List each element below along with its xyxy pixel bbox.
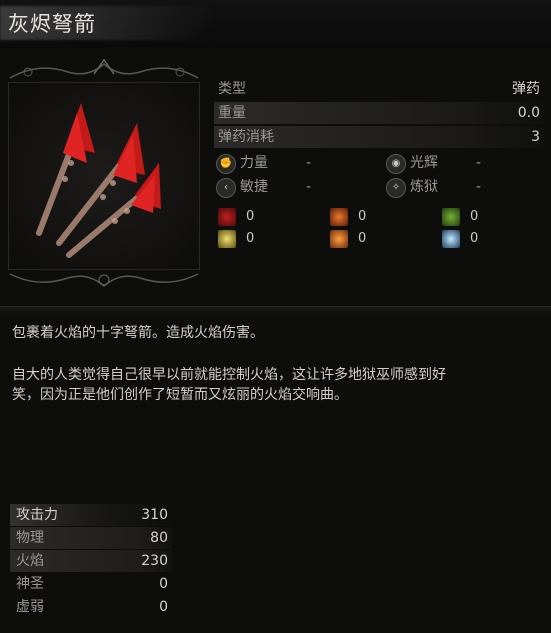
scaling-label: 力量 <box>240 155 268 171</box>
description-line: 自大的人类觉得自己很早以前就能控制火焰，这让许多地狱巫师感到好 <box>12 367 446 383</box>
attack-power-header: 攻击力 310 <box>10 504 172 526</box>
defense-value: 0 <box>358 209 367 224</box>
stat-value: 0.0 <box>517 105 540 121</box>
scaling-label: 敏捷 <box>240 179 268 195</box>
scaling-grade: - <box>476 179 482 195</box>
inferno-icon: ✧ <box>386 178 406 198</box>
defense-value: 0 <box>246 209 255 224</box>
description-line: 笑，因为正是他们创作了短暂而又炫丽的火焰交响曲。 <box>12 387 348 403</box>
item-name: 灰烬弩箭 <box>8 12 96 36</box>
bleed-icon <box>218 208 236 226</box>
attack-value: 0 <box>159 599 168 615</box>
fire-icon <box>330 208 348 226</box>
holy-icon <box>218 230 236 248</box>
frost-icon <box>442 230 460 248</box>
attack-value: 0 <box>159 576 168 592</box>
section-divider <box>0 306 551 317</box>
stat-value: 3 <box>531 129 540 145</box>
attack-value: 80 <box>150 530 168 546</box>
poison-icon <box>442 208 460 226</box>
attack-value: 310 <box>141 507 168 523</box>
radiance-icon: ◉ <box>386 154 406 174</box>
frame-bottom-ornament <box>9 273 199 287</box>
scaling-label: 炼狱 <box>410 179 438 195</box>
stat-row-weight: 重量 0.0 <box>214 102 544 124</box>
frame-top-ornament <box>9 58 199 79</box>
defense-value: 0 <box>470 209 479 224</box>
attack-label: 攻击力 <box>16 507 58 523</box>
stat-label: 弹药消耗 <box>218 129 274 145</box>
stat-label: 类型 <box>218 81 246 97</box>
agility-icon: ‹ <box>216 178 236 198</box>
stat-value: 弹药 <box>512 81 540 97</box>
burn-icon <box>330 230 348 248</box>
stat-row-ammo-cost: 弹药消耗 3 <box>214 126 544 148</box>
scaling-label: 光辉 <box>410 155 438 171</box>
title-bar: 灰烬弩箭 <box>0 0 551 48</box>
attack-label: 火焰 <box>16 553 44 569</box>
scaling-grade: - <box>306 155 312 171</box>
strength-icon: ✊ <box>216 154 236 174</box>
attack-row-fire: 火焰 230 <box>10 550 172 572</box>
defense-value: 0 <box>246 231 255 246</box>
defense-value: 0 <box>358 231 367 246</box>
attack-label: 虚弱 <box>16 599 44 615</box>
fire-bolts-icon <box>36 103 161 258</box>
item-image-frame <box>8 82 200 270</box>
attack-row-weakness: 虚弱 0 <box>10 596 172 618</box>
defense-value: 0 <box>470 231 479 246</box>
description-line: 包裹着火焰的十字弩箭。造成火焰伤害。 <box>12 325 264 341</box>
attack-row-physical: 物理 80 <box>10 527 172 549</box>
attack-label: 物理 <box>16 530 44 546</box>
scaling-grade: - <box>476 155 482 171</box>
attack-value: 230 <box>141 553 168 569</box>
scaling-grade: - <box>306 179 312 195</box>
stat-label: 重量 <box>218 105 246 121</box>
attack-label: 神圣 <box>16 576 44 592</box>
attack-row-holy: 神圣 0 <box>10 573 172 595</box>
stat-row-type: 类型 弹药 <box>214 78 544 100</box>
